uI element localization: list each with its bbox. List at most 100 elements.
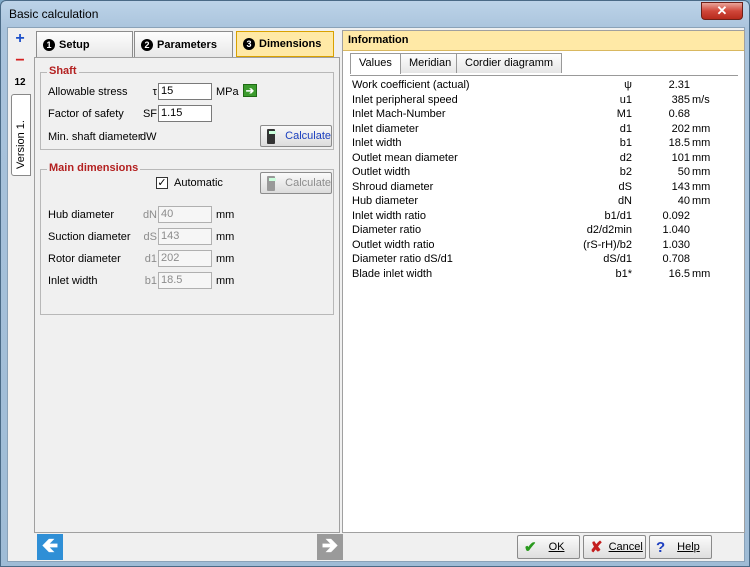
add-version-button[interactable]: +: [10, 30, 30, 48]
allowable-stress-symbol: τ: [152, 86, 157, 98]
factor-of-safety-label: Factor of safety: [48, 108, 124, 120]
remove-version-button[interactable]: −: [10, 52, 30, 70]
hub-diameter-symbol: dN: [142, 209, 157, 221]
numbering-button[interactable]: 12: [10, 74, 30, 92]
ok-label: OK: [548, 541, 565, 553]
inlet-width-label: Inlet width: [48, 275, 98, 287]
client-area: + − 12 Version 1. 1 Setup 2 Parameters 3…: [7, 27, 745, 562]
main-dimensions-group: Main dimensions ✓ Automatic Calculate Hu…: [40, 162, 334, 315]
rotor-diameter-label: Rotor diameter: [48, 253, 121, 265]
suction-diameter-unit: mm: [216, 231, 235, 243]
hub-diameter-label: Hub diameter: [48, 209, 115, 221]
row-unit: mm: [692, 267, 711, 280]
inlet-width-symbol: b1: [144, 275, 157, 287]
close-button[interactable]: ✕: [701, 2, 743, 20]
row-value: 101: [671, 151, 690, 164]
arrow-right-icon[interactable]: ➔: [243, 84, 257, 97]
main-calculate-button[interactable]: Calculate: [260, 172, 332, 194]
rotor-diameter-unit: mm: [216, 253, 235, 265]
window: Basic calculation ✕ + − 12 Version 1. 1 …: [0, 0, 750, 567]
version-tab[interactable]: Version 1.: [11, 94, 31, 176]
row-symbol: dN: [617, 195, 632, 207]
row-name: Hub diameter: [352, 195, 419, 207]
shaft-group-title: Shaft: [47, 65, 79, 77]
row-value: 16.5: [668, 267, 690, 280]
title-bar: Basic calculation ✕: [1, 1, 749, 27]
cancel-button[interactable]: ✘ Cancel: [583, 535, 646, 559]
row-name: Diameter ratio: [352, 224, 422, 236]
row-symbol: dS: [618, 180, 632, 193]
row-value: 0.092: [662, 209, 690, 222]
tab-setup[interactable]: 1 Setup: [36, 31, 133, 57]
suction-diameter-label: Suction diameter: [48, 231, 131, 243]
bottom-bar: 🡸 🡺 ✔ OK ✘ Cancel ? Help: [34, 533, 744, 561]
allowable-stress-label: Allowable stress: [48, 86, 128, 98]
cross-icon: ✘: [590, 539, 603, 556]
main-dimensions-title: Main dimensions: [47, 162, 141, 174]
calculator-icon: [267, 175, 277, 191]
row-symbol: dS/d1: [603, 253, 632, 265]
forward-arrow-icon[interactable]: 🡺: [317, 534, 343, 560]
row-symbol: b1/d1: [604, 209, 632, 222]
row-symbol: d2: [619, 151, 632, 164]
table-row: Blade inlet width b1* 16.5 mm: [350, 267, 738, 282]
row-value: 1.040: [662, 224, 690, 236]
factor-of-safety-input[interactable]: 1.15: [158, 105, 212, 122]
window-title: Basic calculation: [9, 7, 99, 21]
table-row: Outlet mean diameter d2 101 mm: [350, 151, 738, 166]
row-value: 202: [671, 122, 690, 135]
hub-diameter-input[interactable]: 40: [158, 206, 212, 223]
row-name: Blade inlet width: [352, 267, 433, 280]
row-name: Inlet Mach-Number: [352, 108, 446, 120]
hub-diameter-unit: mm: [216, 209, 235, 221]
row-name: Outlet mean diameter: [352, 151, 458, 164]
row-name: Inlet width ratio: [352, 209, 426, 222]
row-name: Diameter ratio dS/d1: [352, 253, 453, 265]
row-symbol: d1: [619, 122, 632, 135]
suction-diameter-symbol: dS: [143, 231, 157, 243]
tab-parameters[interactable]: 2 Parameters: [134, 31, 233, 57]
table-row: Inlet Mach-Number M1 0.68: [350, 107, 738, 122]
shaft-calculate-button[interactable]: Calculate: [260, 125, 332, 147]
step-number-icon: 2: [141, 38, 153, 51]
row-name: Inlet width: [352, 137, 402, 149]
row-unit: mm: [692, 166, 711, 178]
cancel-label: Cancel: [608, 541, 643, 553]
automatic-label: Automatic: [174, 177, 223, 189]
back-arrow-icon[interactable]: 🡸: [37, 534, 63, 560]
row-symbol: M1: [616, 108, 632, 120]
row-symbol: b1: [619, 137, 632, 149]
step-number-icon: 3: [243, 38, 255, 50]
shaft-calculate-label: Calculate: [285, 130, 331, 142]
allowable-stress-unit: MPa: [216, 86, 239, 98]
step-number-icon: 1: [43, 38, 55, 51]
table-row: Hub diameter dN 40 mm: [350, 194, 738, 209]
table-row: Outlet width ratio (rS-rH)/b2 1.030: [350, 238, 738, 253]
row-value: 0.68: [668, 108, 690, 120]
information-panel: Information Values Meridian Cordier diag…: [342, 30, 745, 533]
allowable-stress-input[interactable]: 15: [158, 83, 212, 100]
row-unit: mm: [692, 151, 711, 164]
tab-dimensions[interactable]: 3 Dimensions: [236, 31, 334, 57]
row-unit: mm: [692, 137, 711, 149]
row-value: 1.030: [662, 238, 690, 251]
row-value: 0.708: [662, 253, 690, 265]
help-button[interactable]: ? Help: [649, 535, 712, 559]
row-value: 143: [671, 180, 690, 193]
row-symbol: b1*: [615, 267, 632, 280]
row-value: 50: [677, 166, 690, 178]
automatic-checkbox[interactable]: ✓: [156, 177, 168, 189]
help-label: Help: [677, 541, 700, 553]
ok-button[interactable]: ✔ OK: [517, 535, 580, 559]
tab-meridian[interactable]: Meridian: [400, 53, 461, 73]
table-row: Diameter ratio d2/d2min 1.040: [350, 223, 738, 238]
row-unit: m/s: [692, 93, 710, 106]
tab-values[interactable]: Values: [350, 53, 401, 74]
rotor-diameter-input[interactable]: 202: [158, 250, 212, 267]
tab-cordier-diagramm[interactable]: Cordier diagramm: [456, 53, 563, 73]
row-unit: mm: [692, 195, 711, 207]
suction-diameter-input[interactable]: 143: [158, 228, 212, 245]
inlet-width-unit: mm: [216, 275, 235, 287]
row-symbol: ψ: [624, 79, 632, 91]
inlet-width-input[interactable]: 18.5: [158, 272, 212, 289]
